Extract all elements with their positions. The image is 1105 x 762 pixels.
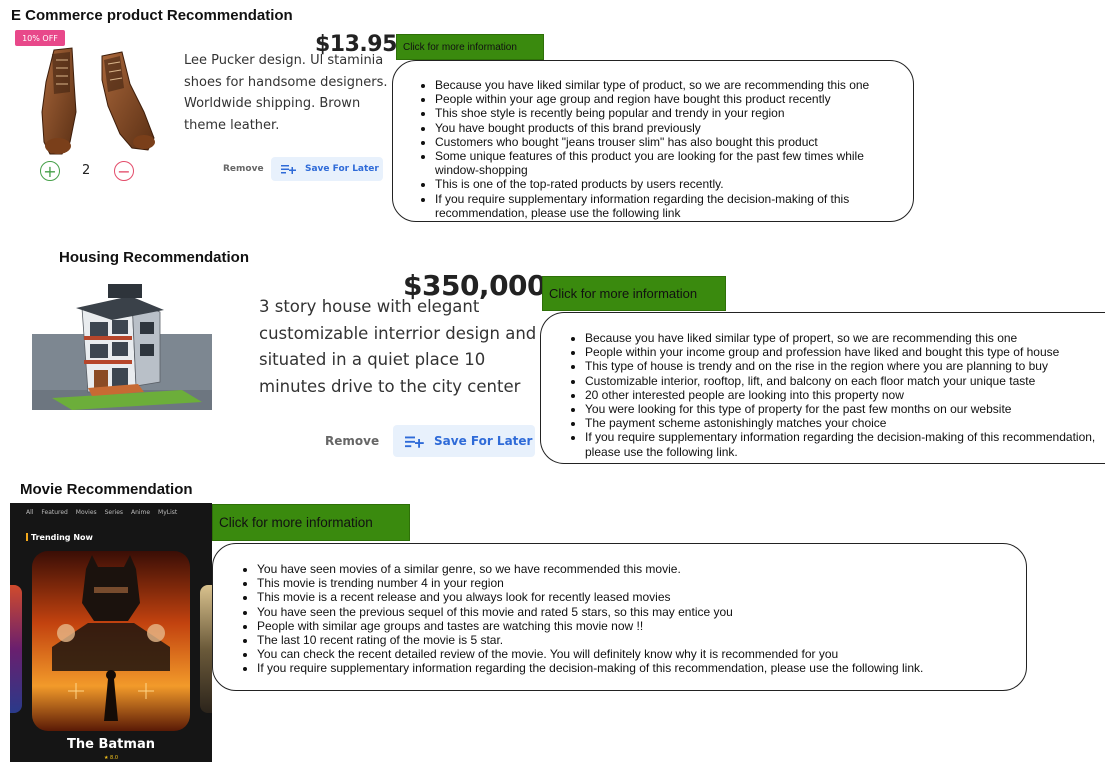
house-description-line: customizable interrior design and <box>259 323 537 343</box>
poster-rating: ★ 8.0 <box>103 755 119 761</box>
decrease-quantity-button[interactable]: − <box>114 161 134 181</box>
ecommerce-reasons-list: Because you have liked similar type of p… <box>413 78 903 220</box>
housing-card: $350,000 3 story house with elegant cust… <box>10 269 547 466</box>
poster-nav-item[interactable]: Movies <box>76 509 97 516</box>
reason-item: Some unique features of this product you… <box>435 149 903 177</box>
product-description-line: theme leather. <box>184 117 280 133</box>
poster-title: The Batman <box>67 737 155 752</box>
movie-reasons-box: You have seen movies of a similar genre,… <box>212 543 1027 691</box>
poster-nav-item[interactable]: MyList <box>158 509 177 516</box>
reason-item: You have seen movies of a similar genre,… <box>257 562 1018 576</box>
shoes-image <box>41 47 155 155</box>
reason-item: You were looking for this type of proper… <box>585 402 1099 416</box>
poster-nav-item[interactable]: Anime <box>131 509 150 516</box>
house-description-line: 3 story house with elegant <box>259 297 480 316</box>
movie-section-title: Movie Recommendation <box>20 481 193 498</box>
playlist-add-icon <box>405 436 424 448</box>
reason-item: People with similar age groups and taste… <box>257 619 1018 633</box>
reason-item: Because you have liked similar type of p… <box>435 78 903 92</box>
trending-label: Trending Now <box>26 533 93 542</box>
reason-item: If you require supplementary information… <box>585 430 1099 458</box>
remove-button[interactable]: Remove <box>223 164 264 174</box>
reason-item: You have bought products of this brand p… <box>435 121 903 135</box>
save-for-later-button[interactable]: Save For Later <box>271 157 383 181</box>
reason-item: This shoe style is recently being popula… <box>435 106 903 120</box>
poster-nav-item[interactable]: Featured <box>41 509 67 516</box>
ecommerce-reasons-box: Because you have liked similar type of p… <box>392 60 914 222</box>
product-card: 10% OFF $13.95 Lee Pucker design. Ul sta… <box>10 28 397 188</box>
reason-item: If you require supplementary information… <box>257 661 1018 675</box>
ecommerce-more-info-button[interactable]: Click for more information <box>396 34 544 60</box>
poster-nav: All Featured Movies Series Anime MyList <box>26 509 183 516</box>
remove-button[interactable]: Remove <box>325 434 379 448</box>
reason-item: You can check the recent detailed review… <box>257 647 1018 661</box>
prev-poster-card[interactable] <box>10 585 22 713</box>
quantity-value: 2 <box>82 163 91 178</box>
reason-item: This type of house is trendy and on the … <box>585 359 1099 373</box>
reason-item: Customers who bought "jeans trouser slim… <box>435 135 903 149</box>
reason-item: The last 10 recent rating of the movie i… <box>257 633 1018 647</box>
save-for-later-label: Save For Later <box>305 164 379 174</box>
poster-nav-item[interactable]: Series <box>105 509 123 516</box>
movie-more-info-button[interactable]: Click for more information <box>212 504 410 541</box>
product-description-line: shoes for handsome designers. <box>184 74 388 90</box>
housing-section-title: Housing Recommendation <box>59 249 250 266</box>
reason-item: The payment scheme astonishingly matches… <box>585 416 1099 430</box>
poster-nav-item[interactable]: All <box>26 509 33 516</box>
movie-reasons-list: You have seen movies of a similar genre,… <box>235 562 1018 676</box>
reason-item: This movie is trending number 4 in your … <box>257 576 1018 590</box>
increase-quantity-button[interactable]: + <box>40 161 60 181</box>
reason-item: People within your income group and prof… <box>585 345 1099 359</box>
reason-item: This movie is a recent release and you a… <box>257 590 1018 604</box>
house-description: 3 story house with elegant customizable … <box>259 294 559 400</box>
playlist-add-icon <box>281 165 296 174</box>
product-description-line: Worldwide shipping. Brown <box>184 96 361 111</box>
minus-icon: − <box>117 161 131 181</box>
reason-item: This is one of the top-rated products by… <box>435 177 903 191</box>
reason-item: Customizable interior, rooftop, lift, an… <box>585 374 1099 388</box>
plus-icon: + <box>43 161 57 181</box>
product-description: Lee Pucker design. Ul staminia shoes for… <box>184 50 394 136</box>
housing-reasons-list: Because you have liked similar type of p… <box>563 331 1099 459</box>
housing-reasons-box: Because you have liked similar type of p… <box>540 312 1105 464</box>
ecommerce-section-title: E Commerce product Recommendation <box>11 7 293 24</box>
product-description-line: Lee Pucker design. Ul staminia <box>184 53 384 68</box>
batman-poster-art <box>32 551 190 731</box>
housing-more-info-button[interactable]: Click for more information <box>542 276 726 311</box>
reason-item: Because you have liked similar type of p… <box>585 331 1099 345</box>
house-image <box>32 284 212 410</box>
house-description-line: situated in a quiet place 10 <box>259 350 486 369</box>
reason-item: If you require supplementary information… <box>435 192 903 220</box>
movie-poster[interactable]: All Featured Movies Series Anime MyList … <box>10 503 212 762</box>
save-for-later-label: Save For Later <box>434 434 533 448</box>
house-description-line: minutes drive to the city center <box>259 376 521 396</box>
reason-item: You have seen the previous sequel of thi… <box>257 605 1018 619</box>
next-poster-card[interactable] <box>200 585 212 713</box>
reason-item: People within your age group and region … <box>435 92 903 106</box>
reason-item: 20 other interested people are looking i… <box>585 388 1099 402</box>
save-for-later-button[interactable]: Save For Later <box>393 425 535 457</box>
